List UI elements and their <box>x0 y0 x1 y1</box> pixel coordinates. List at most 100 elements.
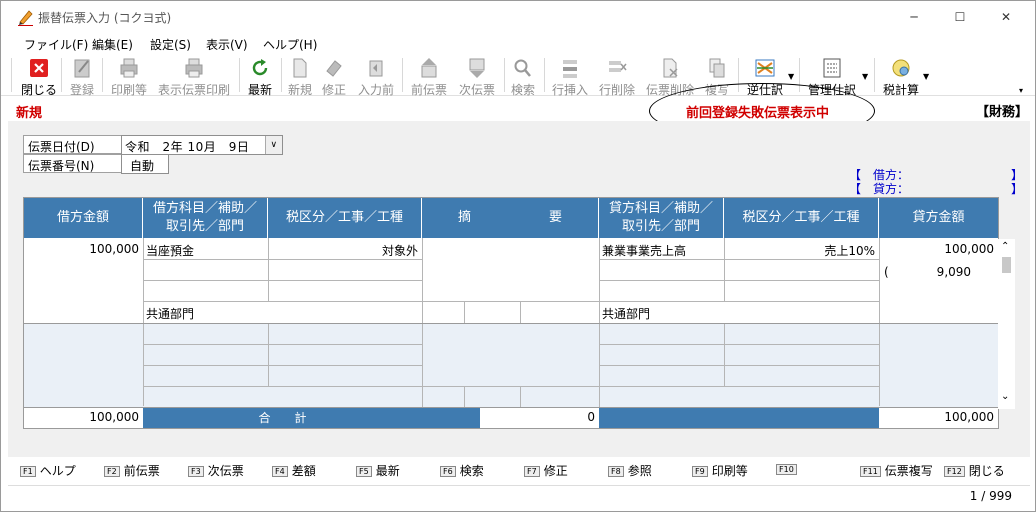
copy-icon <box>709 58 725 78</box>
refresh-button[interactable]: 最新 <box>245 56 275 98</box>
toolbar-separator <box>874 58 875 92</box>
scroll-thumb[interactable] <box>1002 257 1011 273</box>
header-debit-account: 借方科目／補助／取引先／部門 <box>143 198 268 238</box>
row-delete-icon <box>609 61 627 72</box>
tax-calc-dropdown[interactable]: ▼ <box>923 72 929 81</box>
number-value: 自動 <box>130 159 155 173</box>
close-window-button[interactable]: ✕ <box>983 1 1029 32</box>
window-title: 振替伝票入力 (コクヨ式) <box>38 11 172 25</box>
mode-label: 新規 <box>16 106 43 121</box>
close-button[interactable]: 閉じる <box>21 56 57 98</box>
fkey-f3[interactable]: F3 次伝票 <box>188 462 244 479</box>
fkey-f4[interactable]: F4 差額 <box>272 462 316 479</box>
chevron-down-icon[interactable]: ∨ <box>265 136 282 154</box>
number-label: 伝票番号(N) <box>23 154 122 173</box>
date-field[interactable]: 令和 2年 10月 9日 ∨ <box>121 135 283 155</box>
toolbar-separator <box>544 58 545 92</box>
toolbar-separator <box>61 58 62 92</box>
fkey-f10[interactable]: F10 <box>776 462 801 476</box>
menu-file[interactable]: ファイル(F) <box>24 36 88 53</box>
register-button[interactable]: 登録 <box>67 56 97 98</box>
total-credit-bar <box>599 408 879 428</box>
total-credit: 100,000 <box>944 410 994 424</box>
fkey-f7[interactable]: F7 修正 <box>524 462 568 479</box>
menu-edit[interactable]: 編集(E) <box>92 36 133 53</box>
previous-input-button[interactable]: 入力前 <box>357 56 395 98</box>
menu-bar: ファイル(F) 編集(E) 設定(S) 表示(V) ヘルプ(H) <box>1 32 1035 54</box>
journal-grid: 借方金額 借方科目／補助／取引先／部門 税区分／工事／工種 摘 要 貸方科目／補… <box>23 197 999 429</box>
previous-slip-button[interactable]: 前伝票 <box>409 56 449 98</box>
tax-calc-icon <box>892 59 910 77</box>
undo-icon <box>369 60 383 77</box>
fkey-f9[interactable]: F9 印刷等 <box>692 462 748 479</box>
menu-settings[interactable]: 設定(S) <box>150 36 191 53</box>
debit-tax-cell[interactable]: 対象外 <box>271 242 418 259</box>
date-value: 令和 2年 10月 9日 <box>125 140 250 154</box>
search-button[interactable]: 検索 <box>509 56 537 98</box>
search-icon <box>514 59 531 77</box>
header-debit-tax: 税区分／工事／工種 <box>268 198 422 238</box>
debit-account-cell[interactable]: 当座預金 <box>146 242 194 259</box>
print-shown-button[interactable]: 表示伝票印刷 <box>157 56 231 98</box>
mode-row: 新規 前回登録失敗伝票表示中 【財務】 <box>8 97 1030 121</box>
header-credit-account: 貸方科目／補助／取引先／部門 <box>599 198 724 238</box>
page-indicator: 1 / 999 <box>969 489 1012 503</box>
up-arrow-icon <box>421 58 437 78</box>
credit-amount-cell[interactable]: 100,000 <box>882 242 994 256</box>
row-delete-button[interactable]: 行削除 <box>598 56 636 98</box>
app-window: 振替伝票入力 (コクヨ式) ─ ☐ ✕ ファイル(F) 編集(E) 設定(S) … <box>0 0 1036 512</box>
menu-help[interactable]: ヘルプ(H) <box>263 36 317 53</box>
print-etc-button[interactable]: 印刷等 <box>108 56 150 98</box>
eraser-icon <box>326 60 342 77</box>
toolbar-overflow-icon[interactable]: ▾ <box>1019 86 1023 95</box>
toolbar: 閉じる 登録 印刷等 表示伝票印刷 最新 新規 修正 入力前 前伝票 次伝票 検… <box>1 54 1035 98</box>
vertical-scrollbar[interactable]: ⌃ ⌄ <box>998 239 1015 409</box>
modify-button[interactable]: 修正 <box>321 56 347 98</box>
header-summary: 摘 要 <box>422 198 599 238</box>
reverse-entry-dropdown[interactable]: ▼ <box>788 72 794 81</box>
down-arrow-icon <box>469 58 485 78</box>
fkey-f6[interactable]: F6 検索 <box>440 462 484 479</box>
row-insert-icon <box>563 60 577 78</box>
fkey-f5[interactable]: F5 最新 <box>356 462 400 479</box>
maximize-icon: ☐ <box>954 9 966 24</box>
credit-dept-cell[interactable]: 共通部門 <box>602 305 650 322</box>
header-credit-tax: 税区分／工事／工種 <box>724 198 879 238</box>
minimize-icon: ─ <box>910 9 918 24</box>
fkey-f1[interactable]: F1 ヘルプ <box>20 462 76 479</box>
minimize-button[interactable]: ─ <box>891 1 937 32</box>
maximize-button[interactable]: ☐ <box>937 1 983 32</box>
refresh-icon <box>252 59 268 76</box>
tax-calc-button[interactable]: 税計算 <box>881 56 921 98</box>
debit-amount-cell[interactable]: 100,000 <box>26 242 139 256</box>
printer-icon <box>185 58 203 78</box>
managed-entry-dropdown[interactable]: ▼ <box>862 72 868 81</box>
fkey-f11[interactable]: F11 伝票複写 <box>860 462 933 479</box>
total-summary-count: 0 <box>587 410 595 424</box>
fkey-f8[interactable]: F8 参照 <box>608 462 652 479</box>
row-insert-button[interactable]: 行挿入 <box>551 56 589 98</box>
next-slip-button[interactable]: 次伝票 <box>457 56 497 98</box>
date-label: 伝票日付(D) <box>23 135 122 154</box>
new-button[interactable]: 新規 <box>287 56 313 98</box>
scroll-down-icon[interactable]: ⌄ <box>1001 391 1009 402</box>
fkey-f12[interactable]: F12 閉じる <box>944 462 1005 479</box>
credit-tax-amount-cell[interactable]: ( 9,090 <box>884 263 994 280</box>
close-x-icon <box>30 59 48 77</box>
menu-view[interactable]: 表示(V) <box>206 36 248 53</box>
total-summary-bar <box>422 408 480 428</box>
function-key-bar: F1 ヘルプ F2 前伝票 F3 次伝票 F4 差額 F5 最新 F6 検索 F7 修正 F8… <box>8 457 1030 483</box>
toolbar-grip <box>11 58 12 92</box>
number-field[interactable]: 自動 <box>121 154 169 174</box>
toolbar-separator <box>239 58 240 92</box>
scroll-up-icon[interactable]: ⌃ <box>1001 241 1009 252</box>
credit-balance: 【 貸方： 】 <box>849 182 1024 196</box>
credit-account-cell[interactable]: 兼業事業売上高 <box>602 242 686 259</box>
managed-entry-icon <box>823 58 841 78</box>
book-label: 【財務】 <box>976 105 1029 120</box>
credit-tax-cell[interactable]: 売上10% <box>727 242 875 259</box>
fkey-f2[interactable]: F2 前伝票 <box>104 462 160 479</box>
reverse-entry-icon <box>755 59 775 77</box>
debit-dept-cell[interactable]: 共通部門 <box>146 305 194 322</box>
status-bar: 1 / 999 <box>8 485 1030 505</box>
